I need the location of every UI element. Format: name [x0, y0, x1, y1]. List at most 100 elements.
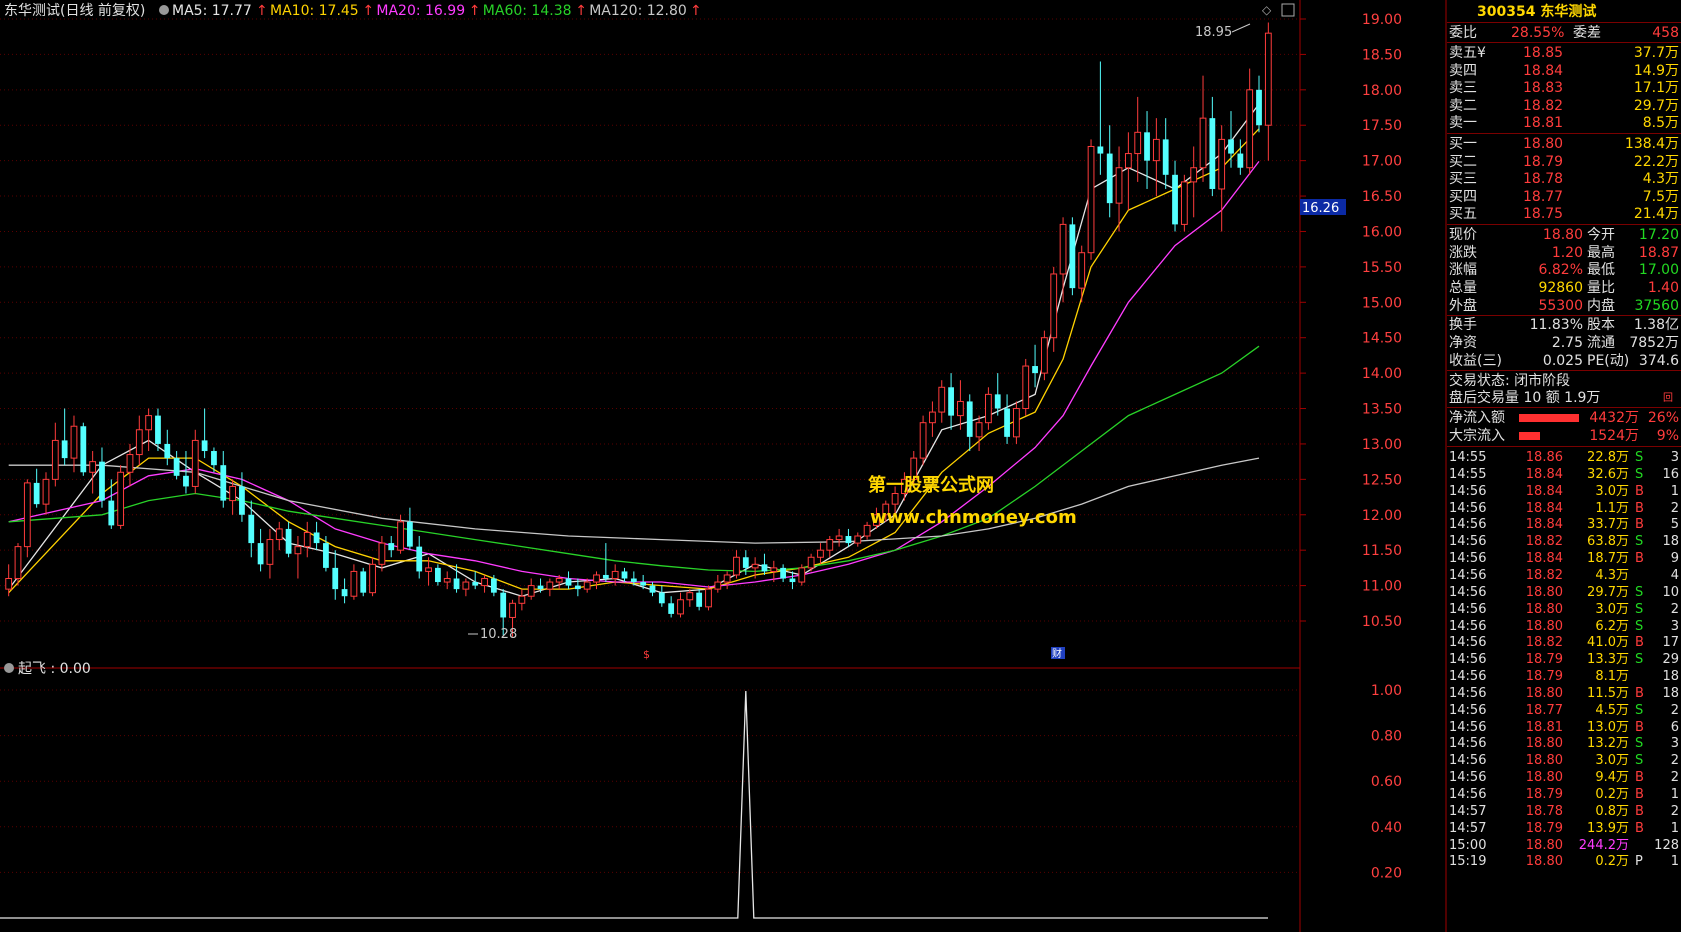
price-tick-label: 14.50 — [1362, 331, 1402, 347]
candle-body — [1199, 117, 1207, 169]
candle-body — [761, 564, 768, 572]
candle-body — [1209, 118, 1216, 189]
price-tick-label: 12.50 — [1362, 472, 1402, 488]
candle-body — [798, 567, 806, 583]
weibi-row: 委比 28.55% 委差 458 — [1447, 24, 1681, 43]
candle-body — [1134, 131, 1142, 155]
candle-body — [201, 440, 208, 452]
candle-body — [5, 578, 13, 590]
buy-volume: 4.3万 — [1642, 171, 1679, 187]
maximize-icon — [1281, 3, 1295, 17]
sell-price: 18.85 — [1523, 45, 1564, 61]
stat-value: 1.20 — [1551, 244, 1583, 261]
stat-value-2: 37560 — [1634, 297, 1679, 314]
stat-row: 涨跌 1.20 最高 18.87 — [1447, 244, 1681, 263]
indicator-tick-label: 0.40 — [1371, 820, 1402, 836]
weibi-value: 28.55% — [1511, 25, 1565, 41]
indicator-tick-label: 0.60 — [1371, 774, 1402, 790]
candle-body — [323, 543, 329, 568]
fund-label: 收益(三) — [1449, 353, 1502, 369]
sell-label: 卖五¥ — [1449, 45, 1486, 61]
sell-label: 卖一 — [1449, 115, 1477, 131]
divider — [1447, 370, 1681, 371]
stat-value: 55300 — [1538, 297, 1583, 314]
divider — [1447, 407, 1681, 408]
price-tick-label: 18.50 — [1362, 47, 1402, 63]
watermark-url: www.chnmoney.com — [870, 507, 1077, 528]
buy-price: 18.75 — [1523, 206, 1564, 222]
diamond-icon: ◇ — [1262, 3, 1272, 17]
stat-label: 外盘 — [1449, 297, 1477, 314]
candle-body — [164, 443, 171, 459]
indicator-line — [0, 690, 1268, 919]
candle-body — [183, 475, 189, 487]
candle-body — [714, 581, 722, 590]
after-hours-icon: 回 — [1663, 393, 1673, 404]
candle-body — [537, 585, 544, 590]
divider — [1447, 22, 1681, 23]
candle-body — [611, 570, 619, 580]
divider — [1447, 446, 1681, 447]
price-tick-label: 16.50 — [1362, 189, 1402, 205]
stat-value-2: 17.00 — [1638, 262, 1679, 279]
stat-label: 涨跌 — [1449, 244, 1477, 261]
buy-label: 买四 — [1449, 188, 1477, 205]
candle-body — [14, 546, 22, 580]
flow-value: 4432万 — [1589, 410, 1639, 426]
candle-body — [490, 578, 497, 593]
watermark-title: 第一股票公式网 — [868, 474, 994, 496]
candle-body — [555, 578, 563, 583]
candle-body — [257, 543, 264, 565]
kline-chart[interactable]: 19.00 18.50 18.00 17.50 17.00 16.50 16.00 15.50… — [0, 0, 1681, 932]
sell-label: 卖三 — [1449, 80, 1477, 96]
stat-row: 现价 18.80 今开 17.20 — [1447, 226, 1681, 245]
candle-body — [668, 603, 675, 614]
candle-body — [173, 458, 180, 476]
candle-body — [1041, 337, 1048, 374]
price-tick-label: 15.00 — [1362, 295, 1402, 311]
candle-body — [957, 400, 964, 417]
candle-body — [341, 589, 348, 597]
candle-body — [723, 574, 731, 583]
price-tick-label: 17.00 — [1362, 154, 1402, 170]
candle-body — [416, 546, 423, 572]
candle-body — [1172, 174, 1178, 225]
low-marker: 10.28 — [480, 627, 517, 642]
sell-row: 卖三 18.83 17.1万 — [1447, 79, 1681, 98]
candle-body — [826, 539, 834, 551]
candle-body — [108, 500, 115, 526]
sell-volume: 14.9万 — [1633, 62, 1679, 79]
fund-row: 净资 2.75 流通 7852万 — [1447, 334, 1681, 353]
candle-body — [481, 578, 488, 587]
candle-body — [975, 422, 983, 438]
candle-body — [686, 592, 694, 601]
candle-body — [350, 570, 358, 597]
flow-pct: 26% — [1647, 410, 1679, 426]
candle-body — [51, 439, 59, 480]
buy-volume: 22.2万 — [1633, 153, 1679, 170]
indicator-collapse-icon — [4, 663, 14, 673]
candle-body — [472, 582, 479, 586]
candle-body — [294, 546, 302, 555]
candle-body — [565, 578, 572, 586]
candle-body — [1032, 366, 1038, 374]
candle-body — [948, 387, 954, 416]
candle-body — [42, 478, 50, 505]
buy-volume: 7.5万 — [1642, 188, 1679, 205]
sell-volume: 17.1万 — [1633, 80, 1679, 96]
divider — [1447, 42, 1681, 43]
stock-header: 300354 东华测试 — [1447, 3, 1681, 22]
chart-labels: 东华测试(日线 前复权) MA5: 17.77 ↑ MA10: 17.45 ↑ MA20:… — [4, 2, 1346, 677]
candle-body — [621, 571, 628, 579]
candle-body — [733, 556, 740, 576]
high-marker-arrow — [1231, 23, 1251, 33]
stat-row: 外盘 55300 内盘 37560 — [1447, 297, 1681, 316]
candle-body — [332, 567, 339, 590]
candle-body — [191, 439, 199, 487]
candle-body — [155, 415, 161, 444]
candle-body — [938, 386, 946, 413]
stat-label-2: 内盘 — [1587, 297, 1615, 314]
quote-panel: 300354 东华测试 委比 28.55% 委差 458 卖五¥ 18.85 37.7万 卖四 1… — [1447, 0, 1681, 932]
candle-body — [770, 567, 778, 572]
candle-body — [1022, 365, 1030, 410]
